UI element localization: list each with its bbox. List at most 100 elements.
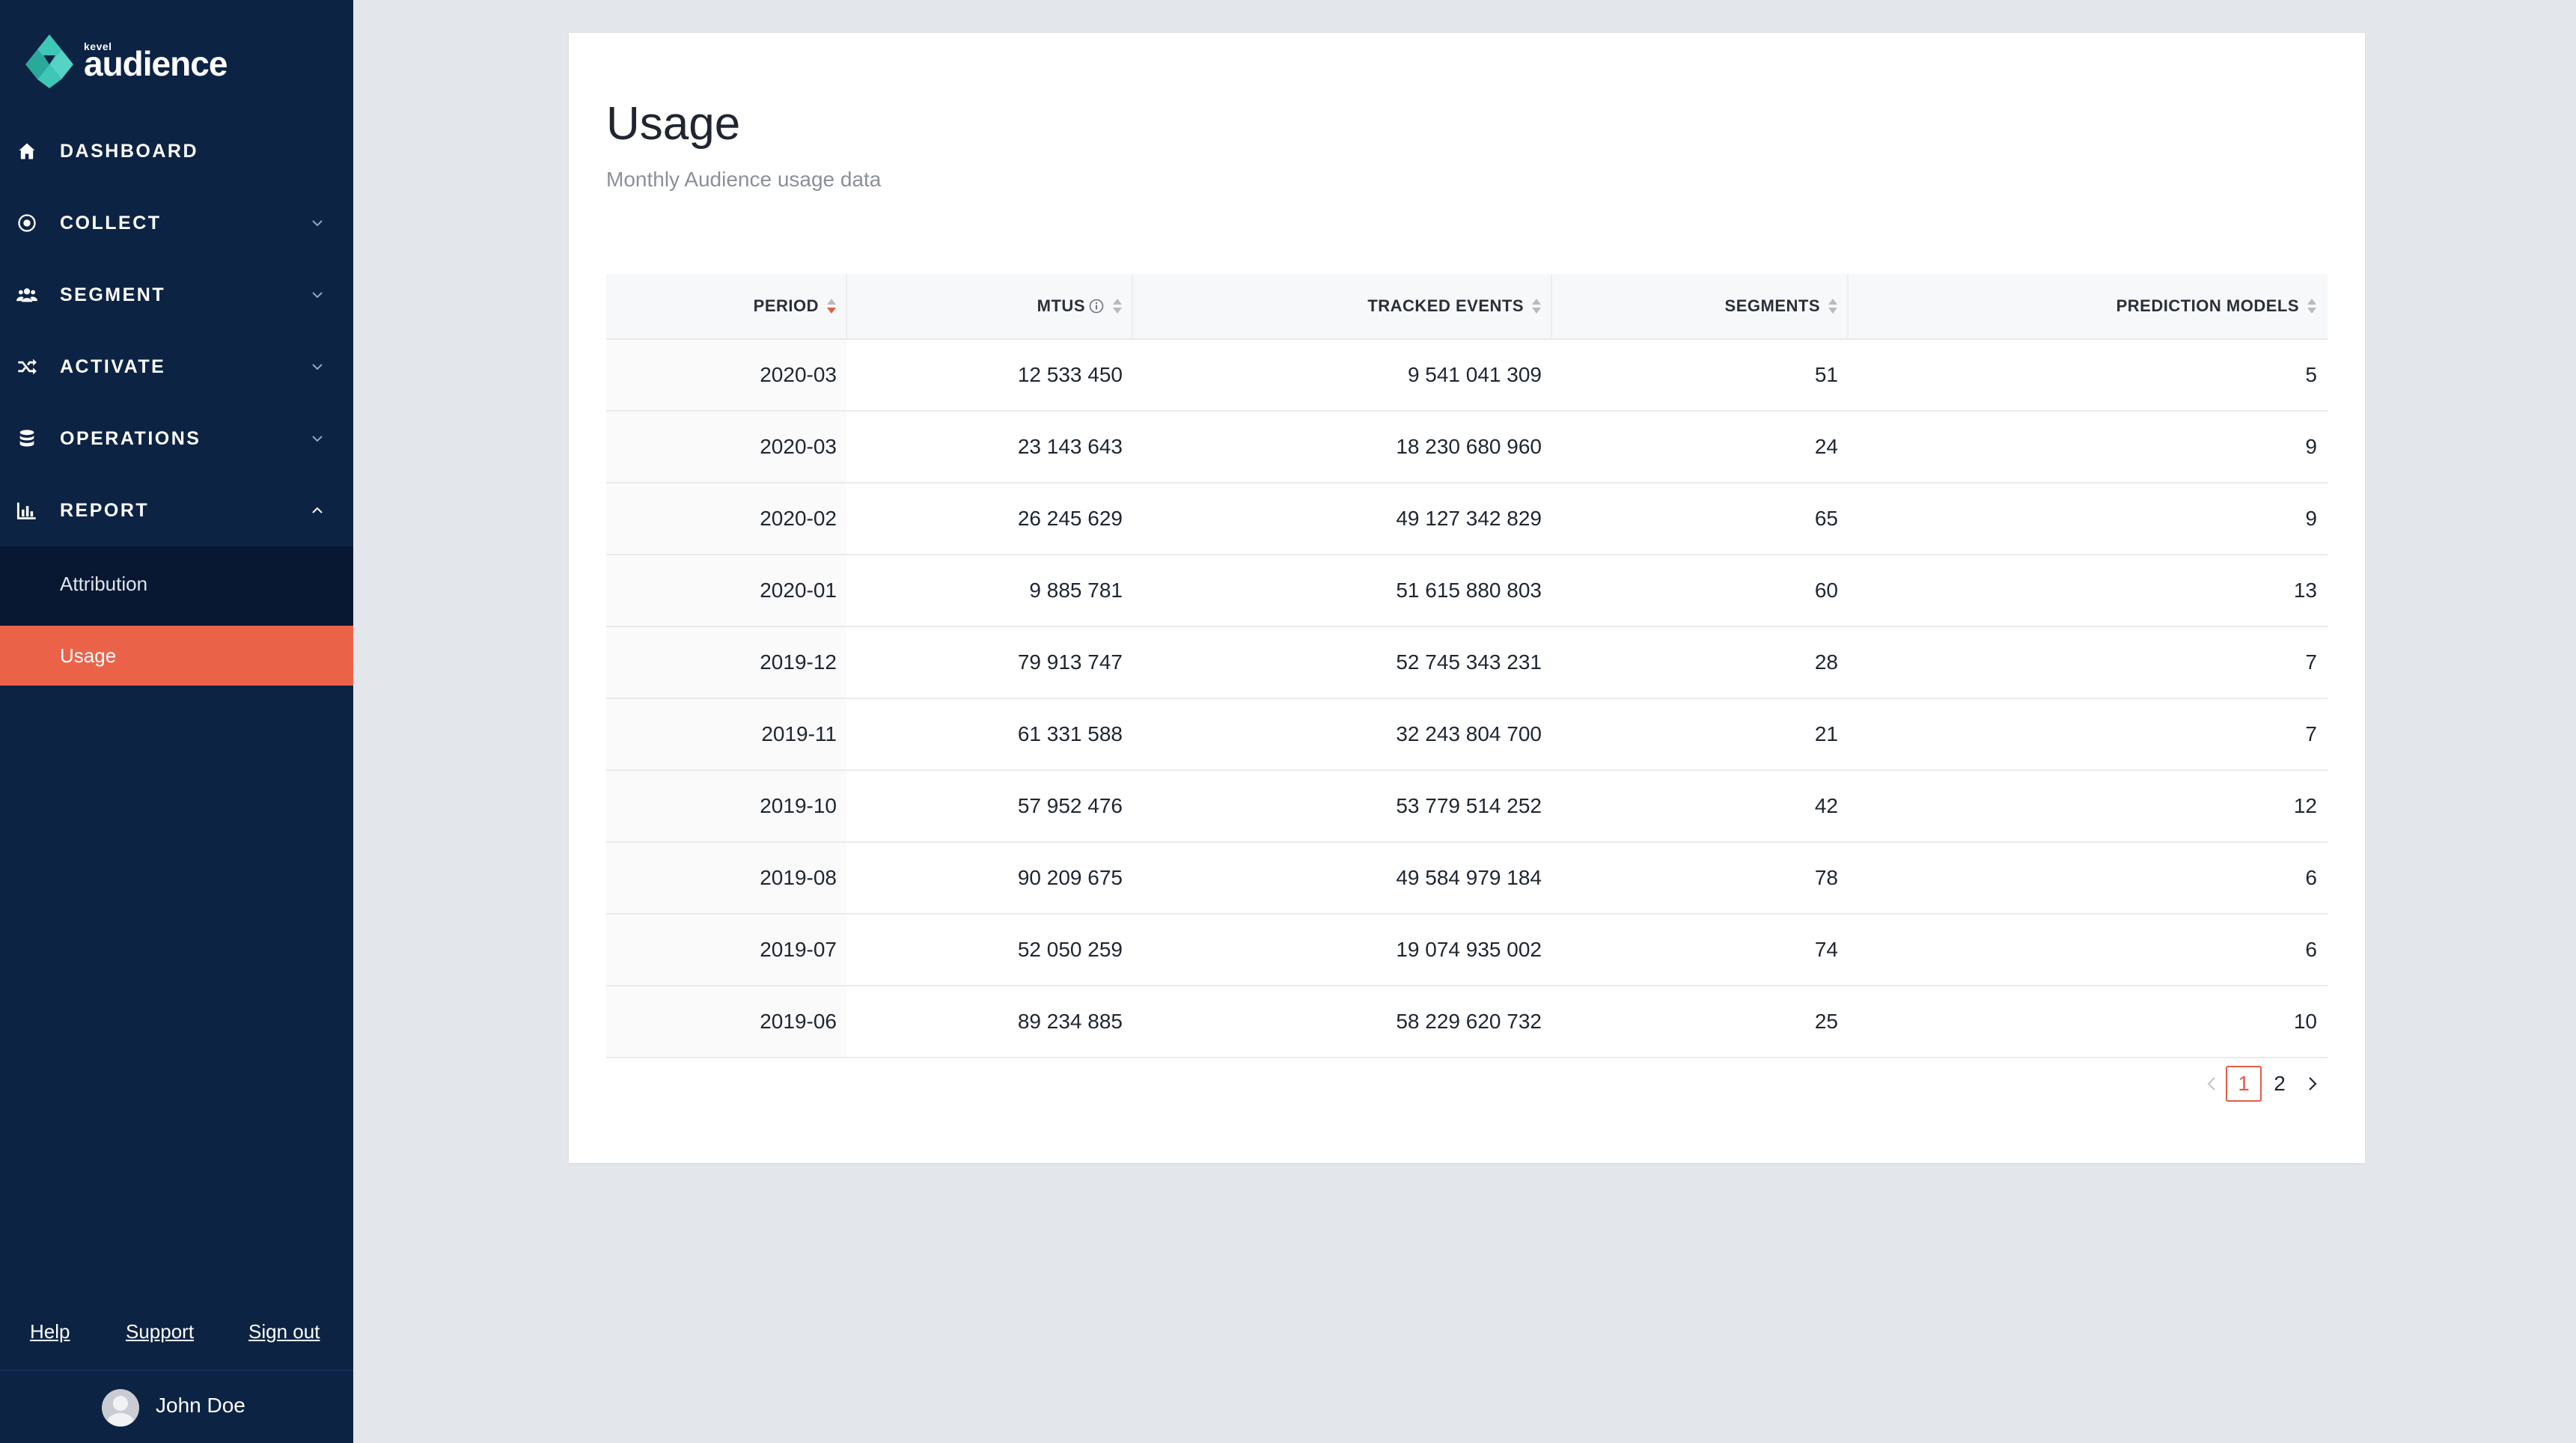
cell-mtus: 90 209 675 [1017, 866, 1123, 889]
cell-tracked-events: 18 230 680 960 [1396, 435, 1542, 458]
pagination-next-button[interactable] [2298, 1066, 2328, 1102]
column-header-label: PREDICTION MODELS [2116, 296, 2299, 315]
cell-prediction-models: 12 [2293, 794, 2317, 817]
column-header-tracked-events[interactable]: TRACKED EVENTS [1133, 274, 1552, 338]
table-row: 2019-10 57 952 476 53 779 514 252 42 12 [606, 771, 2328, 843]
cell-prediction-models: 10 [2293, 1010, 2317, 1033]
cell-prediction-models: 5 [2305, 363, 2317, 386]
sidebar-subitem-usage[interactable]: Usage [0, 626, 353, 686]
sidebar-item-label: OPERATIONS [60, 427, 201, 449]
sidebar-item-segment[interactable]: SEGMENT [0, 259, 353, 331]
cell-tracked-events: 51 615 880 803 [1396, 579, 1542, 602]
sidebar-item-operations[interactable]: OPERATIONS [0, 403, 353, 475]
table-body: 2020-03 12 533 450 9 541 041 309 51 5 20… [606, 340, 2328, 1058]
cell-mtus: 12 533 450 [1017, 363, 1123, 386]
sort-icon [826, 297, 837, 315]
cell-mtus: 26 245 629 [1017, 507, 1123, 530]
cell-tracked-events: 49 584 979 184 [1396, 866, 1542, 889]
usage-card: Usage Monthly Audience usage data PERIOD… [569, 33, 2365, 1163]
cell-period: 2019-08 [606, 843, 847, 913]
sidebar-item-label: DASHBOARD [60, 140, 198, 162]
cell-mtus: 79 913 747 [1017, 650, 1123, 674]
cell-tracked-events: 52 745 343 231 [1396, 650, 1542, 674]
cell-prediction-models: 13 [2293, 579, 2317, 602]
pagination: 1 2 [2200, 1066, 2335, 1103]
user-name: John Doe [156, 1394, 245, 1417]
page-subtitle: Monthly Audience usage data [606, 168, 882, 191]
sort-icon [1531, 297, 1542, 315]
user-profile[interactable]: John Doe [0, 1371, 353, 1443]
sign-out-link[interactable]: Sign out [248, 1320, 320, 1343]
cell-segments: 24 [1814, 435, 1838, 458]
shuffle-icon [18, 359, 37, 375]
cell-tracked-events: 9 541 041 309 [1407, 363, 1542, 386]
help-link[interactable]: Help [30, 1320, 70, 1343]
cell-period: 2020-01 [606, 555, 847, 626]
cell-segments: 28 [1814, 650, 1838, 674]
column-header-prediction-models[interactable]: PREDICTION MODELS [1849, 274, 2328, 338]
sidebar-item-dashboard[interactable]: DASHBOARD [0, 115, 353, 187]
column-header-mtus[interactable]: MTUS [847, 274, 1133, 338]
target-icon [18, 214, 36, 232]
brand-logo[interactable]: kevel audience [21, 33, 245, 90]
table-row: 2020-01 9 885 781 51 615 880 803 60 13 [606, 555, 2328, 627]
table-row: 2019-06 89 234 885 58 229 620 732 25 10 [606, 986, 2328, 1058]
cell-segments: 65 [1814, 507, 1838, 530]
sidebar: kevel audience DASHBOARD COLLECT SEGMENT [0, 0, 353, 1443]
table-header: PERIOD MTUS TRACKED EVENTS SEGMENTS PRED… [606, 274, 2328, 340]
cell-prediction-models: 7 [2305, 650, 2317, 674]
cell-mtus: 89 234 885 [1017, 1010, 1123, 1033]
cell-prediction-models: 9 [2305, 435, 2317, 458]
bar-chart-icon [16, 502, 36, 519]
sidebar-subitem-label: Attribution [60, 572, 148, 595]
brand-name: audience [84, 44, 228, 83]
cell-period: 2020-02 [606, 483, 847, 554]
cell-tracked-events: 19 074 935 002 [1396, 938, 1542, 961]
cell-period: 2019-11 [606, 699, 847, 769]
chevron-down-icon [312, 292, 323, 299]
cell-period: 2019-10 [606, 771, 847, 841]
users-icon [16, 288, 37, 302]
sidebar-footer-links: Help Support Sign out [0, 1320, 353, 1358]
cell-prediction-models: 6 [2305, 866, 2317, 889]
cell-period: 2019-06 [606, 986, 847, 1057]
cell-segments: 25 [1814, 1010, 1838, 1033]
table-row: 2020-02 26 245 629 49 127 342 829 65 9 [606, 483, 2328, 555]
sort-icon [2307, 297, 2317, 315]
cell-mtus: 52 050 259 [1017, 938, 1123, 961]
pagination-prev-button[interactable] [2200, 1066, 2223, 1102]
cell-mtus: 57 952 476 [1017, 794, 1123, 817]
sidebar-item-report[interactable]: REPORT [0, 475, 353, 546]
table-row: 2019-07 52 050 259 19 074 935 002 74 6 [606, 915, 2328, 986]
pagination-page-1[interactable]: 1 [2226, 1066, 2262, 1102]
cell-segments: 42 [1814, 794, 1838, 817]
chevron-down-icon [312, 220, 323, 227]
chevron-right-icon [2309, 1077, 2317, 1090]
table-row: 2019-08 90 209 675 49 584 979 184 78 6 [606, 843, 2328, 915]
chevron-down-icon [312, 436, 323, 442]
cell-segments: 78 [1814, 866, 1838, 889]
sidebar-subitem-attribution[interactable]: Attribution [0, 554, 353, 614]
cell-mtus: 23 143 643 [1017, 435, 1123, 458]
sidebar-item-label: COLLECT [60, 212, 162, 234]
support-link[interactable]: Support [126, 1320, 194, 1343]
sidebar-item-collect[interactable]: COLLECT [0, 187, 353, 259]
column-header-period[interactable]: PERIOD [606, 274, 847, 338]
cell-tracked-events: 49 127 342 829 [1396, 507, 1542, 530]
cell-tracked-events: 53 779 514 252 [1396, 794, 1542, 817]
cell-prediction-models: 6 [2305, 938, 2317, 961]
cell-segments: 60 [1814, 579, 1838, 602]
column-header-label: PERIOD [753, 296, 819, 315]
sort-icon [1112, 297, 1123, 315]
column-header-segments[interactable]: SEGMENTS [1552, 274, 1849, 338]
column-header-label: TRACKED EVENTS [1367, 296, 1524, 315]
cell-prediction-models: 7 [2305, 722, 2317, 745]
cell-segments: 74 [1814, 938, 1838, 961]
info-icon[interactable] [1088, 298, 1105, 314]
sidebar-item-activate[interactable]: ACTIVATE [0, 331, 353, 403]
cell-segments: 21 [1814, 722, 1838, 745]
sidebar-subitem-label: Usage [60, 644, 117, 667]
pagination-page-2[interactable]: 2 [2265, 1066, 2295, 1102]
cell-period: 2020-03 [606, 340, 847, 410]
chevron-down-icon [312, 364, 323, 370]
